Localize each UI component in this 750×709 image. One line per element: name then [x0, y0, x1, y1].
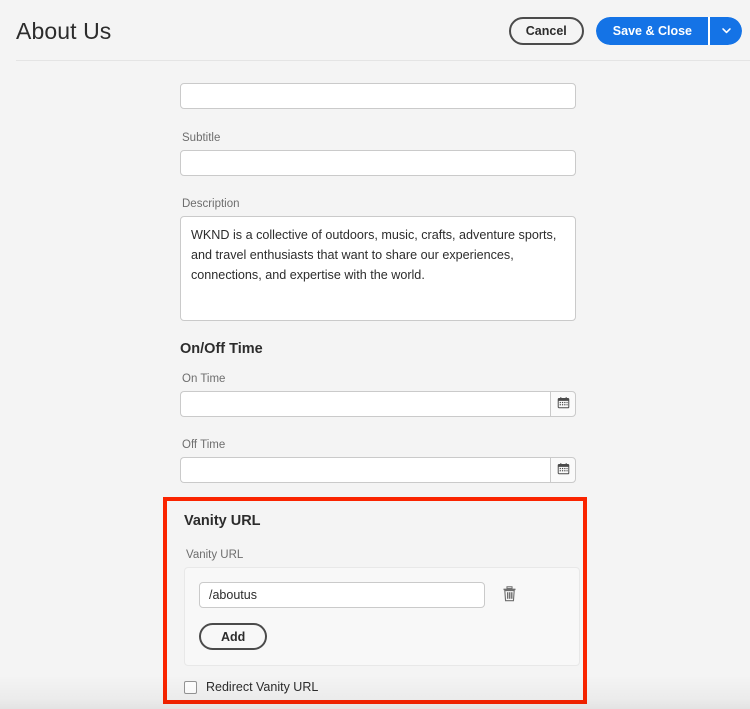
on-time-input[interactable]: [180, 391, 550, 417]
add-vanity-url-button[interactable]: Add: [199, 623, 267, 650]
subtitle-label: Subtitle: [182, 131, 576, 145]
truncated-text-input[interactable]: [180, 83, 576, 109]
delete-vanity-url-button[interactable]: [499, 585, 519, 605]
vanity-url-section: Vanity URL Vanity URL: [184, 512, 580, 695]
description-label: Description: [182, 197, 576, 211]
vanity-url-entry-row: [199, 582, 565, 608]
save-and-close-split-button: Save & Close: [596, 17, 742, 45]
trash-icon: [502, 586, 517, 605]
on-time-field-group: On Time: [180, 372, 576, 417]
description-textarea[interactable]: WKND is a collective of outdoors, music,…: [180, 216, 576, 321]
save-options-dropdown-button[interactable]: [710, 17, 742, 45]
description-field-group: Description WKND is a collective of outd…: [180, 197, 576, 326]
subtitle-field-group: Subtitle: [180, 131, 576, 176]
chevron-down-icon: [721, 24, 732, 39]
on-time-calendar-button[interactable]: [550, 391, 576, 417]
off-time-row: [180, 457, 576, 483]
truncated-field-group: [180, 83, 576, 109]
on-time-row: [180, 391, 576, 417]
redirect-vanity-url-row[interactable]: Redirect Vanity URL: [184, 680, 580, 695]
vanity-url-input[interactable]: [199, 582, 485, 608]
vanity-url-heading: Vanity URL: [184, 512, 580, 530]
subtitle-input[interactable]: [180, 150, 576, 176]
off-time-calendar-button[interactable]: [550, 457, 576, 483]
off-time-label: Off Time: [182, 438, 576, 452]
onoff-time-section: On/Off Time: [180, 340, 576, 358]
save-and-close-button[interactable]: Save & Close: [596, 17, 708, 45]
off-time-input[interactable]: [180, 457, 550, 483]
calendar-icon: [557, 462, 570, 478]
header-actions: Cancel Save & Close: [509, 17, 742, 45]
vanity-url-multifield: Add: [184, 567, 580, 666]
vanity-url-highlight-box: Vanity URL Vanity URL: [163, 497, 587, 704]
redirect-vanity-url-label: Redirect Vanity URL: [206, 680, 318, 695]
on-time-label: On Time: [182, 372, 576, 386]
onoff-time-heading: On/Off Time: [180, 340, 576, 358]
redirect-vanity-url-checkbox[interactable]: [184, 681, 197, 694]
off-time-field-group: Off Time: [180, 438, 576, 483]
dialog-header: About Us Cancel Save & Close: [0, 0, 750, 61]
cancel-button[interactable]: Cancel: [509, 17, 584, 45]
vanity-url-field-label: Vanity URL: [186, 548, 580, 562]
calendar-icon: [557, 396, 570, 412]
page-title: About Us: [16, 17, 111, 45]
